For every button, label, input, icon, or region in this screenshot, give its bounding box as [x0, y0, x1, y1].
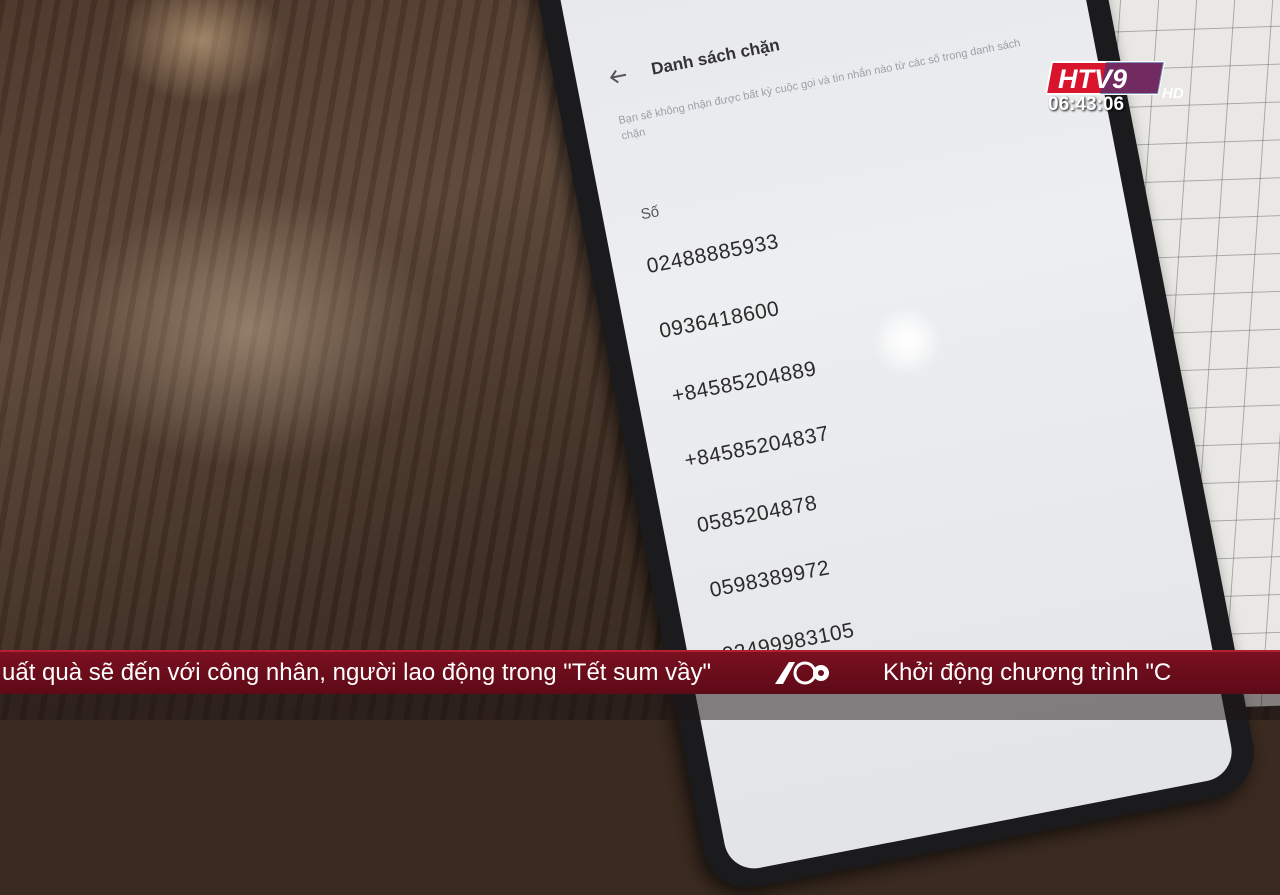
page-title: Danh sách chặn — [649, 35, 782, 79]
ticker-headline-next: Khởi động chương trình "C — [883, 659, 1172, 686]
broadcast-clock: 06:43:06 — [1048, 94, 1125, 115]
phone-screen: Danh sách chặn Bạn sẽ không nhận được bấ… — [550, 0, 1237, 874]
light-glare — [865, 300, 948, 383]
bottom-strip — [0, 694, 1280, 720]
ticker-headline: uất quà sẽ đến với công nhân, người lao … — [2, 659, 712, 686]
channel-logo-text: HTV9 — [1058, 64, 1127, 94]
ticker-separator-logo-icon — [771, 658, 833, 688]
back-arrow-icon[interactable] — [604, 62, 632, 90]
news-ticker: uất quà sẽ đến với công nhân, người lao … — [0, 650, 1280, 694]
blocked-number-list: 02488885933 0936418600 +84585204889 +845… — [641, 207, 873, 689]
channel-hd-label: HD — [1162, 85, 1184, 102]
section-label-numbers: Số — [639, 203, 661, 224]
